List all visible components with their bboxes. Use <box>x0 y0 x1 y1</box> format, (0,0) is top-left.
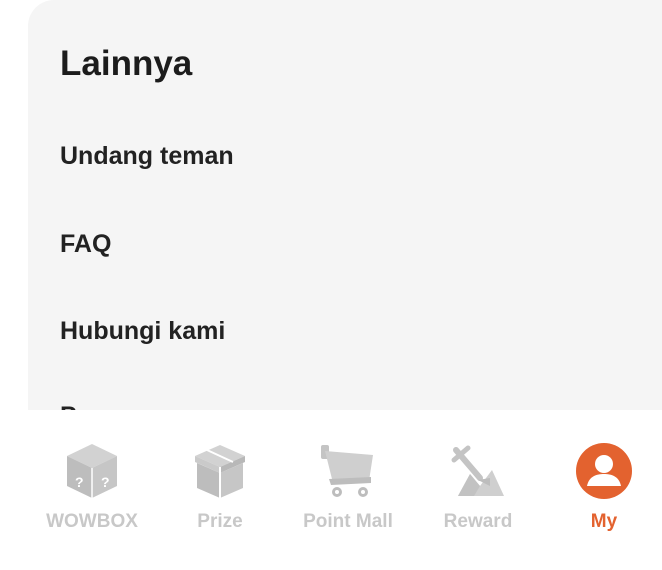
menu-item-contact-us[interactable]: Hubungi kami <box>60 319 225 344</box>
gift-box-icon <box>189 440 251 502</box>
reward-icon <box>447 440 509 502</box>
nav-item-point-mall[interactable]: Point Mall <box>296 440 400 531</box>
nav-item-reward[interactable]: Reward <box>436 440 520 531</box>
nav-label-my: My <box>590 511 618 532</box>
nav-label-reward: Reward <box>443 511 513 532</box>
section-title: Lainnya <box>60 44 193 83</box>
nav-label-prize: Prize <box>197 511 243 532</box>
user-profile-icon <box>573 440 635 502</box>
nav-item-prize[interactable]: Prize <box>184 440 256 531</box>
nav-item-my[interactable]: My <box>571 440 637 531</box>
bottom-nav: ? ? WOWBOX Prize Point Mall Reward My <box>0 410 662 570</box>
svg-text:?: ? <box>101 474 110 490</box>
shopping-cart-icon <box>317 440 379 502</box>
nav-item-wowbox[interactable]: ? ? WOWBOX <box>46 440 138 531</box>
mystery-box-icon: ? ? <box>61 440 123 502</box>
nav-label-wowbox: WOWBOX <box>46 511 138 532</box>
menu-item-invite-friends[interactable]: Undang teman <box>60 144 234 169</box>
menu-item-faq[interactable]: FAQ <box>60 232 111 257</box>
svg-text:?: ? <box>75 474 84 490</box>
more-section-card: Lainnya Undang teman FAQ Hubungi kami P <box>28 0 662 430</box>
nav-label-point-mall: Point Mall <box>303 511 393 532</box>
screen: Lainnya Undang teman FAQ Hubungi kami P … <box>0 0 662 570</box>
